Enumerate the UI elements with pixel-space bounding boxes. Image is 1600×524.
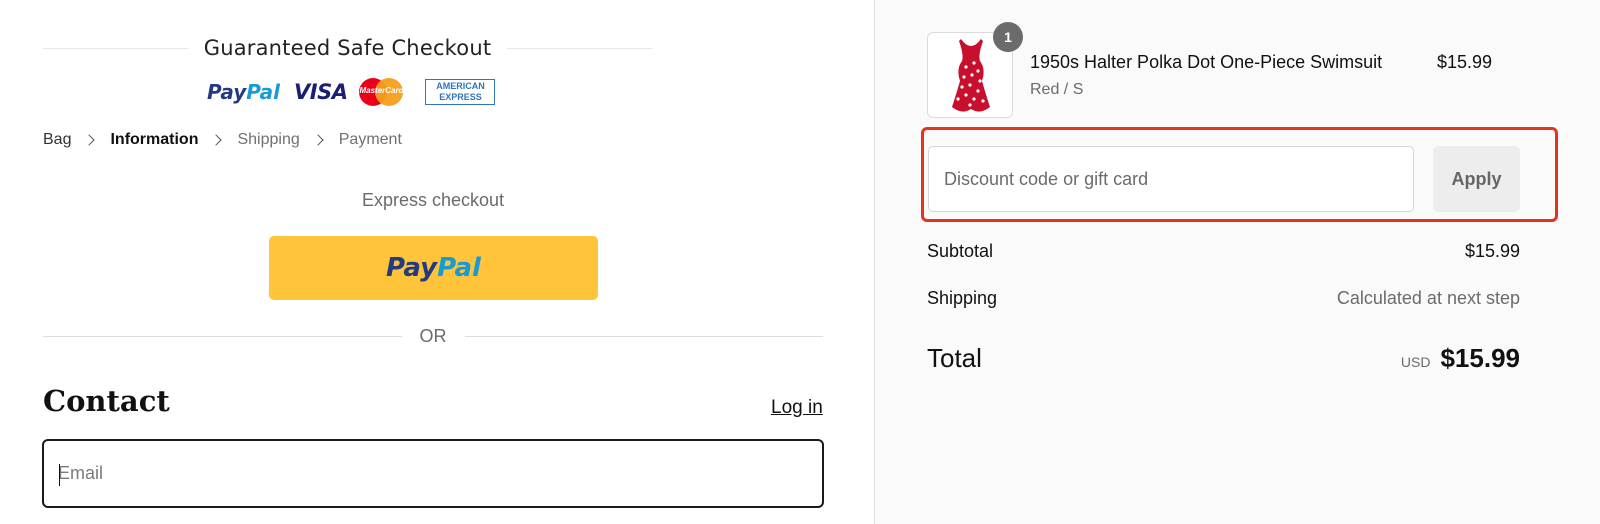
- divider-line: [43, 47, 188, 49]
- order-summary-panel: 1 1950s Halter Polka Dot One-Piece Swims…: [874, 0, 1600, 524]
- product-variant: Red / S: [1030, 81, 1084, 98]
- checkout-main-panel: Guaranteed Safe Checkout PayPal VISA Mas…: [0, 0, 874, 524]
- currency-code: USD: [1400, 354, 1431, 370]
- total-amount-group: USD $15.99: [1401, 343, 1520, 374]
- total-row: Total USD $15.99: [927, 343, 1520, 374]
- shipping-value: Calculated at next step: [1336, 288, 1520, 308]
- breadcrumb-shipping: Shipping: [237, 131, 300, 148]
- email-field[interactable]: [44, 441, 822, 506]
- product-price: $15.99: [1436, 52, 1492, 72]
- chevron-right-icon: [312, 134, 324, 146]
- divider-line: [507, 47, 653, 49]
- product-name: 1950s Halter Polka Dot One-Piece Swimsui…: [1030, 52, 1383, 72]
- discount-code-input[interactable]: [929, 147, 1413, 211]
- paypal-express-button[interactable]: PayPal: [269, 236, 598, 300]
- divider-line: [43, 335, 402, 337]
- paypal-logo: PayPal: [207, 80, 281, 104]
- subtotal-label: Subtotal: [927, 241, 994, 261]
- or-label: OR: [419, 325, 447, 346]
- visa-logo: VISA: [294, 80, 348, 104]
- shipping-row: Shipping Calculated at next step: [927, 288, 1520, 309]
- payment-logos: PayPal VISA MasterCard AMERICAN EXPRESS: [207, 78, 496, 106]
- breadcrumb-bag[interactable]: Bag: [43, 131, 71, 149]
- breadcrumb-information: Information: [110, 131, 199, 148]
- divider-line: [464, 335, 823, 337]
- email-field-wrapper: [42, 439, 824, 508]
- safe-checkout-header: Guaranteed Safe Checkout: [43, 34, 653, 62]
- login-link[interactable]: Log in: [771, 397, 823, 419]
- text-cursor: [59, 464, 60, 486]
- contact-heading: Contact: [43, 384, 170, 418]
- mastercard-logo: MasterCard: [357, 78, 405, 106]
- chevron-right-icon: [210, 134, 223, 146]
- chevron-right-icon: [83, 134, 96, 146]
- american-express-logo: AMERICAN EXPRESS: [425, 79, 496, 105]
- breadcrumb: Bag Information Shipping Payment: [43, 131, 402, 149]
- shipping-label: Shipping: [927, 288, 998, 308]
- quantity-badge: 1: [993, 22, 1023, 52]
- express-checkout-label: Express checkout: [361, 190, 505, 210]
- breadcrumb-payment: Payment: [338, 131, 402, 148]
- paypal-logo: PayPal: [386, 253, 481, 283]
- total-label: Total: [927, 343, 982, 373]
- or-divider: OR: [43, 324, 823, 348]
- subtotal-row: Subtotal $15.99: [927, 241, 1520, 262]
- apply-discount-button[interactable]: Apply: [1433, 146, 1520, 212]
- subtotal-value: $15.99: [1464, 241, 1520, 261]
- safe-checkout-title: Guaranteed Safe Checkout: [203, 36, 492, 60]
- total-amount: $15.99: [1440, 343, 1520, 373]
- discount-field-wrapper: [928, 146, 1414, 212]
